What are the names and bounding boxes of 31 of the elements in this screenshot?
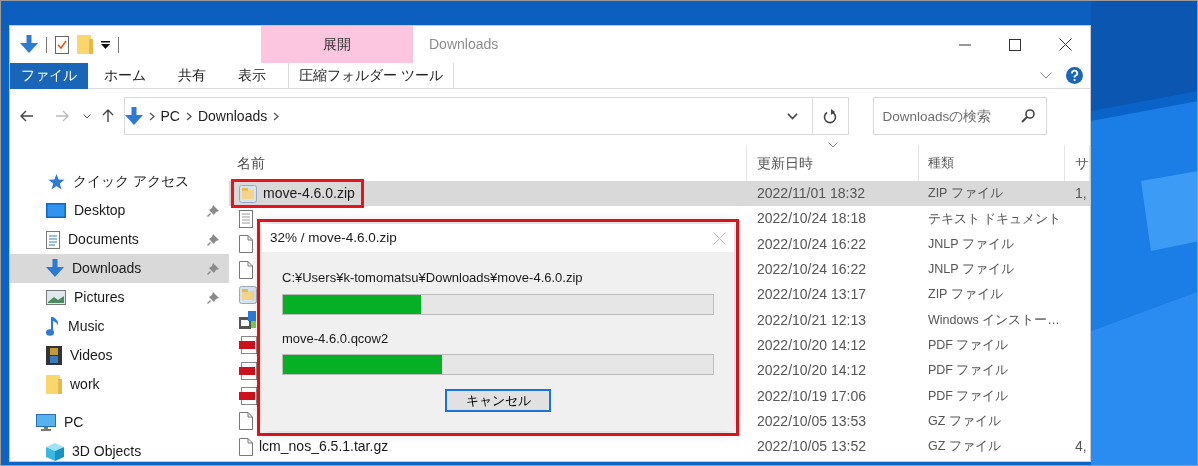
date-cell-text: 2022/10/05 13:53 xyxy=(756,411,867,431)
type-cell-text: ZIP ファイル xyxy=(927,185,1004,203)
size-cell-text: 4, xyxy=(1074,437,1088,457)
date-cell-text: 2022/10/20 14:12 xyxy=(756,361,867,381)
type-cell-text: PDF ファイル xyxy=(927,362,1010,380)
file-name: move-4.6.0.zip xyxy=(263,184,355,204)
date-cell-text: 2022/11/01 18:32 xyxy=(756,184,866,204)
type-cell-text: テキスト ドキュメント xyxy=(927,210,1063,228)
window-title: Downloads xyxy=(429,35,499,54)
context-group-label: 展開 xyxy=(261,26,413,63)
type-cell-text: JNLP ファイル xyxy=(927,235,1015,253)
date-cell-text: 2022/10/21 12:13 xyxy=(756,310,867,330)
date-cell-text: 2022/10/05 13:52 xyxy=(756,437,867,457)
date-cell-text: 2022/10/24 16:22 xyxy=(756,234,867,254)
progress-label: C:¥Users¥k-tomomatsu¥Downloads¥move-4.6.0.zip xyxy=(282,269,584,287)
type-cell-text: GZ ファイル xyxy=(927,412,1002,430)
type-cell-text: JNLP ファイル xyxy=(927,261,1015,279)
file-name: lcm_nos_6.5.1.tar.gz xyxy=(259,437,389,457)
type-cell-text: GZ ファイル xyxy=(927,438,1002,456)
progress-label: move-4.6.0.qcow2 xyxy=(282,329,390,348)
date-cell-text: 2022/10/19 17:06 xyxy=(756,386,867,406)
dialog-title: 32% / move-4.6.0.zip xyxy=(270,228,397,247)
type-cell-text: PDF ファイル xyxy=(927,387,1010,405)
date-cell-text: 2022/10/24 13:17 xyxy=(756,285,867,305)
type-cell-text: ZIP ファイル xyxy=(927,286,1004,304)
date-cell-text: 2022/10/24 18:18 xyxy=(756,209,867,229)
type-cell-text: Windows インストー… xyxy=(927,311,1061,329)
type-cell-text: PDF ファイル xyxy=(927,337,1010,355)
date-cell-text: 2022/10/24 16:22 xyxy=(756,260,867,280)
date-cell-text: 2022/10/20 14:12 xyxy=(756,335,867,355)
size-cell-text: 1, xyxy=(1074,184,1088,204)
